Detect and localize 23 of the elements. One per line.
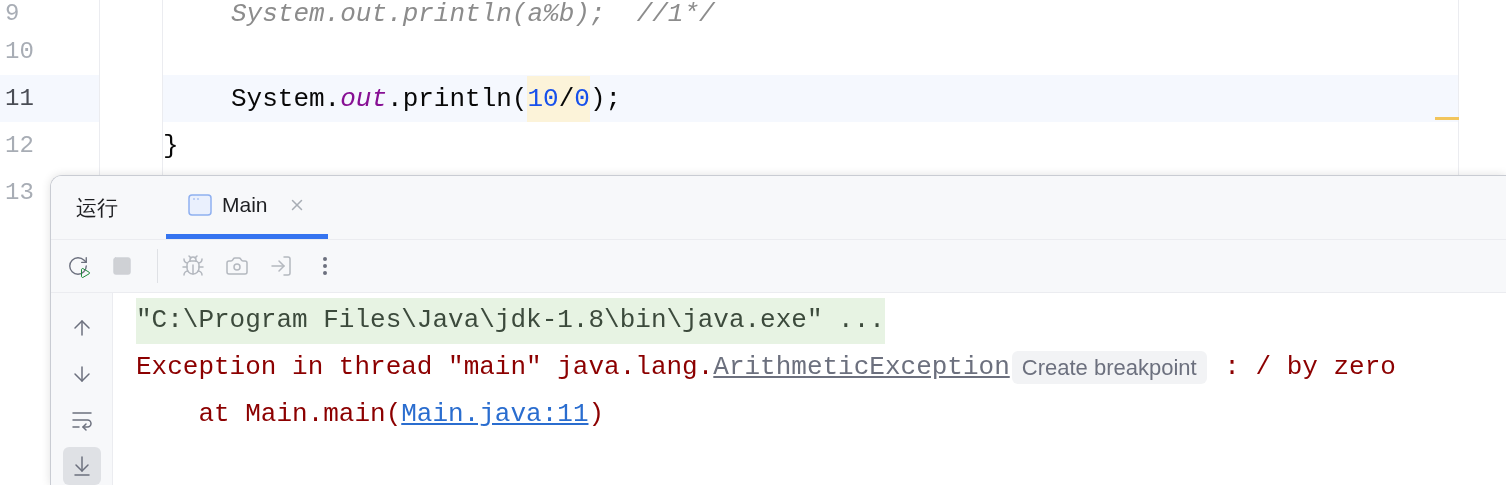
file-link[interactable]: Main.java:11 (401, 395, 589, 434)
console-text: Exception in thread "main" java.lang. (136, 351, 714, 384)
code-line: System.out.println(a%b); //1*/ (231, 0, 715, 28)
console-text: "C:\Program Files\Java\jdk-1.8\bin\java.exe" ... (136, 304, 885, 337)
code-line: } (163, 129, 179, 163)
panel-title: 运行 (76, 194, 118, 221)
stop-icon (111, 255, 133, 277)
console-text: at Main.main( (197, 398, 402, 431)
line-number: 11 (5, 84, 34, 113)
window-icon (188, 194, 212, 216)
line-number: 10 (5, 37, 34, 66)
console-text: ) (588, 398, 605, 431)
warning-marker[interactable] (1435, 117, 1459, 120)
rerun-icon (67, 255, 89, 277)
line-number: 9 (5, 0, 20, 28)
play-icon (79, 267, 91, 279)
breakpoint-hint[interactable]: Create breakpoint (1011, 351, 1207, 384)
line-number: 13 (5, 178, 34, 207)
console-text: : / by zero (1223, 351, 1396, 384)
scroll-end-icon[interactable] (62, 447, 101, 485)
line-number: 12 (5, 131, 34, 160)
class-link[interactable]: ArithmeticException (713, 348, 1010, 387)
code-line: System.out.println(10/0); (231, 75, 622, 122)
